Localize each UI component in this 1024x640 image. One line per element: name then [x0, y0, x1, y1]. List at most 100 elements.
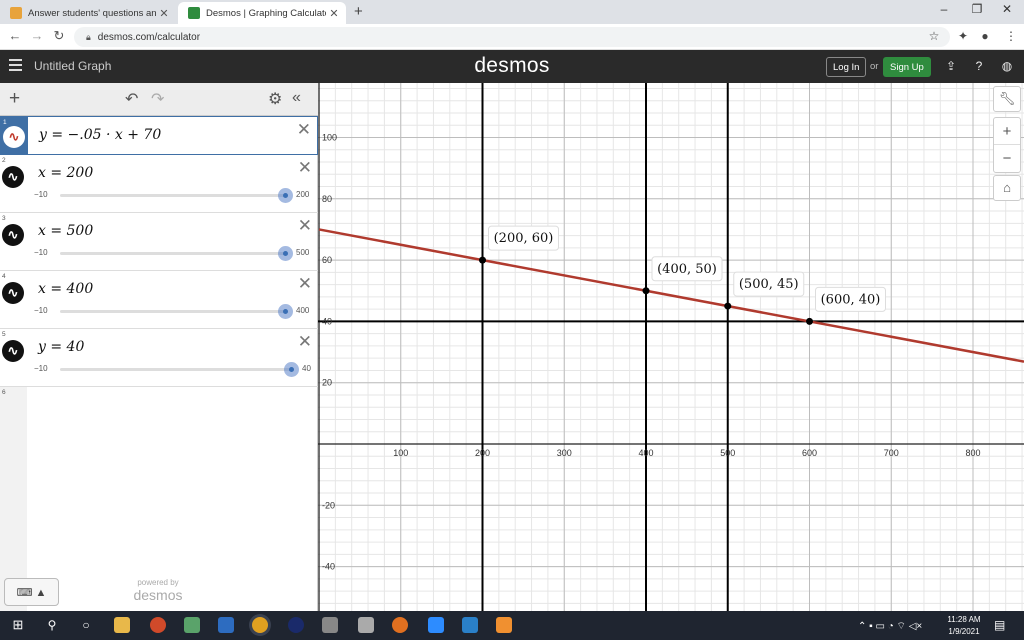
tab-close-icon[interactable]: ✕: [326, 7, 342, 20]
graph-settings-wrench-icon[interactable]: 🔧︎: [993, 86, 1021, 112]
signup-button[interactable]: Sign Up: [883, 57, 931, 77]
desmos-favicon-icon: [188, 7, 200, 19]
delete-expression-icon[interactable]: ✕: [297, 120, 311, 140]
graph-canvas[interactable]: 100 200 300 400 500 600 700 800 100 80 60 40 20 -20 -4…: [318, 83, 1024, 611]
reload-icon[interactable]: ↻: [50, 28, 68, 44]
expression-text[interactable]: x = 500: [38, 223, 93, 239]
expression-text[interactable]: y = −.05 · x + 70: [39, 127, 161, 143]
clock-date[interactable]: 1/9/2021: [940, 627, 988, 636]
slider-min[interactable]: −10: [34, 190, 48, 199]
graph-style-icon[interactable]: ∿: [2, 282, 24, 304]
profile-avatar-icon[interactable]: ●: [976, 29, 994, 43]
redo-icon[interactable]: ↷: [151, 89, 164, 109]
slider-thumb[interactable]: [278, 246, 293, 261]
tab-close-icon[interactable]: ✕: [156, 7, 172, 20]
system-tray-icons[interactable]: ⌃ ▪ ▭ ◔ ⌔ ◁×: [858, 620, 922, 633]
app-icon[interactable]: [288, 617, 304, 633]
app-icon[interactable]: [358, 617, 374, 633]
expression-row[interactable]: 2 ∿ x = 200 ✕ −10 200: [0, 155, 318, 213]
app-icon[interactable]: [462, 617, 478, 633]
browser-menu-icon[interactable]: ⋮: [1002, 29, 1020, 43]
url-field[interactable]: 🔒︎ desmos.com/calculator: [74, 27, 950, 47]
zoom-out-icon[interactable]: −: [994, 145, 1020, 172]
slider-min[interactable]: −10: [34, 248, 48, 257]
expression-index: 3: [2, 215, 6, 222]
delete-expression-icon[interactable]: ✕: [298, 216, 312, 236]
powered-by-logo: desmos: [133, 587, 183, 603]
slider-max[interactable]: 400: [296, 306, 309, 315]
search-icon[interactable]: ⚲: [44, 617, 60, 633]
expression-index: 6: [2, 389, 6, 396]
expression-row[interactable]: 5 ∿ y = 40 ✕ −10 40: [0, 329, 318, 387]
slider-max[interactable]: 200: [296, 190, 309, 199]
delete-expression-icon[interactable]: ✕: [298, 274, 312, 294]
browser-tab-desmos[interactable]: Desmos | Graphing Calculator ✕: [178, 2, 346, 24]
login-button[interactable]: Log In: [826, 57, 867, 77]
app-icon[interactable]: [392, 617, 408, 633]
expression-row[interactable]: 4 ∿ x = 400 ✕ −10 400: [0, 271, 318, 329]
notification-icon[interactable]: ▤: [994, 618, 1005, 632]
forward-icon[interactable]: →: [28, 28, 46, 43]
graph-style-icon[interactable]: ∿: [2, 224, 24, 246]
expression-text[interactable]: x = 400: [38, 281, 93, 297]
task-view-icon[interactable]: ○: [78, 617, 94, 633]
app-icon[interactable]: [496, 617, 512, 633]
keyboard-toggle-button[interactable]: ⌨ ▲: [4, 578, 59, 606]
browser-tab-answer[interactable]: Answer students' questions and ✕: [0, 2, 176, 24]
undo-icon[interactable]: ↶: [125, 89, 138, 109]
minimize-icon[interactable]: –: [927, 2, 961, 16]
graph-style-icon[interactable]: ∿: [2, 166, 24, 188]
expression-row-empty[interactable]: 6: [0, 387, 318, 421]
restore-icon[interactable]: ❐: [960, 2, 994, 16]
app-icon[interactable]: [150, 617, 166, 633]
settings-gear-icon[interactable]: ⚙: [268, 89, 282, 109]
delete-expression-icon[interactable]: ✕: [298, 158, 312, 178]
slider-max[interactable]: 40: [302, 364, 311, 373]
expression-text[interactable]: y = 40: [38, 339, 84, 355]
graph-paper[interactable]: 100 200 300 400 500 600 700 800 100 80 60 40 20 -20 -4…: [318, 83, 1024, 611]
slider-thumb[interactable]: [284, 362, 299, 377]
graph-style-icon[interactable]: ∿: [3, 126, 25, 148]
expression-row[interactable]: 1 ∿ y = −.05 · x + 70 ✕: [0, 116, 318, 155]
y-tick-label: 80: [322, 194, 332, 204]
app-icon[interactable]: [184, 617, 200, 633]
slider-track[interactable]: [60, 310, 288, 313]
collapse-panel-icon[interactable]: «: [292, 89, 301, 107]
home-zoom-icon[interactable]: ⌂: [993, 175, 1021, 201]
windows-start-icon[interactable]: ⊞: [10, 617, 26, 633]
globe-icon[interactable]: ◍: [999, 58, 1015, 74]
clock-time[interactable]: 11:28 AM: [940, 615, 988, 624]
slider-min[interactable]: −10: [34, 306, 48, 315]
share-icon[interactable]: ⇪: [943, 58, 959, 74]
chrome-icon[interactable]: [252, 617, 268, 633]
delete-expression-icon[interactable]: ✕: [298, 332, 312, 352]
app-icon[interactable]: [218, 617, 234, 633]
app-icon[interactable]: [322, 617, 338, 633]
slider-track[interactable]: [60, 368, 294, 371]
zoom-in-icon[interactable]: +: [994, 118, 1020, 145]
brainly-favicon-icon: [10, 7, 22, 19]
slider-thumb[interactable]: [278, 188, 293, 203]
back-icon[interactable]: ←: [6, 28, 24, 43]
point-label: (500, 45): [739, 277, 799, 292]
add-item-icon[interactable]: +: [9, 88, 20, 110]
zoom-controls: + −: [993, 117, 1021, 173]
new-tab-button[interactable]: +: [354, 3, 363, 20]
graph-style-icon[interactable]: ∿: [2, 340, 24, 362]
extensions-icon[interactable]: ✦: [954, 29, 972, 43]
point-label: (200, 60): [494, 231, 554, 246]
window-close-icon[interactable]: ✕: [990, 2, 1024, 16]
help-icon[interactable]: ?: [971, 58, 987, 74]
slider-track[interactable]: [60, 252, 288, 255]
file-explorer-icon[interactable]: [114, 617, 130, 633]
expression-text[interactable]: x = 200: [38, 165, 93, 181]
slider-thumb[interactable]: [278, 304, 293, 319]
lock-icon: 🔒︎: [86, 31, 91, 42]
slider-min[interactable]: −10: [34, 364, 48, 373]
zoom-app-icon[interactable]: [428, 617, 444, 633]
bookmark-star-icon[interactable]: ☆: [925, 29, 943, 43]
slider-max[interactable]: 500: [296, 248, 309, 257]
point-marker: [479, 256, 486, 264]
slider-track[interactable]: [60, 194, 288, 197]
expression-row[interactable]: 3 ∿ x = 500 ✕ −10 500: [0, 213, 318, 271]
